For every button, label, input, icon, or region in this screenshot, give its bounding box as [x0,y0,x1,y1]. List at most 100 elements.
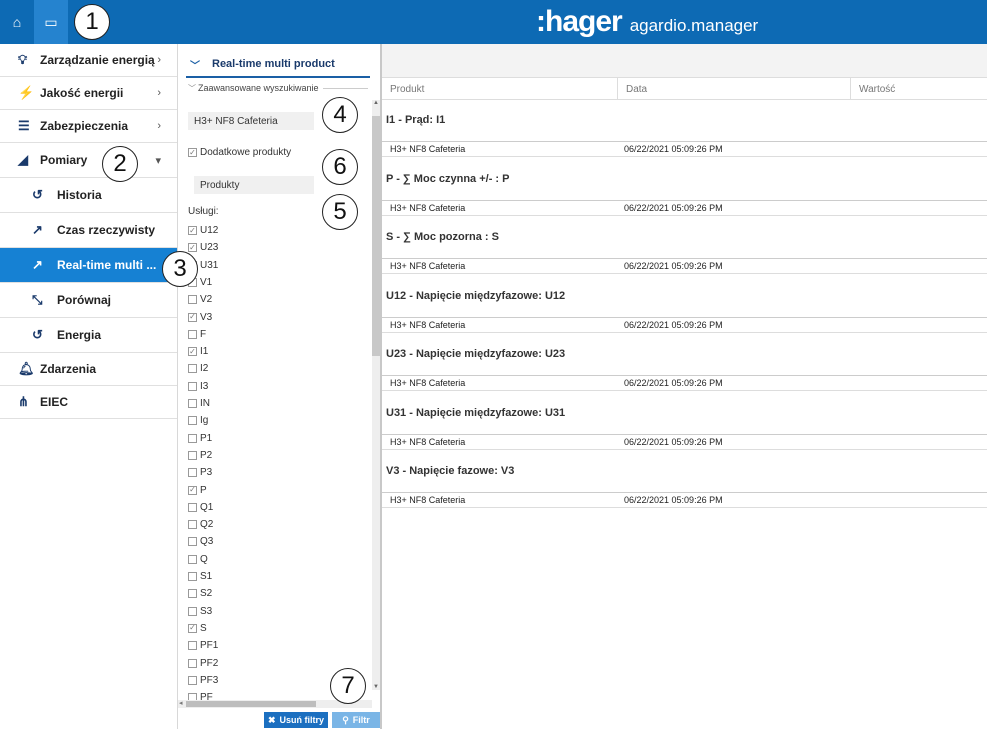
service-checkbox[interactable]: I3 [188,378,208,395]
sidebar-item-energy-quality[interactable]: ⚡ Jakość energii › [0,77,177,110]
service-checkbox[interactable]: Q2 [188,516,213,533]
service-checkbox[interactable]: P3 [188,464,212,481]
checkbox-label: S3 [200,605,213,617]
service-checkbox[interactable]: ✓ P [188,482,207,499]
service-checkbox[interactable]: I2 [188,360,208,377]
filter-button[interactable]: ⚲ Filtr [332,712,380,728]
extra-products-checkbox[interactable]: ✓ Dodatkowe produkty [188,144,291,161]
sidebar-subitem-compare[interactable]: ⤡ Porównaj [0,283,177,318]
sidebar-item-label: Zdarzenia [40,362,97,376]
group-title: I1 - Prąd: I1 [386,114,446,126]
checkbox-box [188,658,197,668]
cell-product: H3+ NF8 Cafeteria [390,261,466,271]
panel-title[interactable]: ﹀ Real-time multi product [186,52,370,78]
product-field[interactable]: H3+ NF8 Cafeteria [188,112,314,130]
checkbox-label: Q3 [200,536,214,548]
scrollbar-thumb[interactable] [372,116,380,356]
checkbox-box [188,675,197,685]
sidebar-item-measurements[interactable]: ◢ Pomiary ▾ [0,143,177,178]
cell-date: 06/22/2021 05:09:26 PM [624,436,723,447]
checkbox-box [188,641,197,651]
table-row[interactable]: H3+ NF8 Cafeteria 06/22/2021 05:09:26 PM [382,141,987,157]
scroll-left-icon[interactable]: ◂ [179,699,183,707]
table-row[interactable]: H3+ NF8 Cafeteria 06/22/2021 05:09:26 PM [382,492,987,508]
checkbox-label: Ig [200,415,209,427]
sidebar-item-label: Jakość energii [40,86,124,100]
service-checkbox[interactable]: ✓ I1 [188,343,208,360]
checkbox-box [188,606,197,616]
hager-logo: :hager [536,5,623,38]
table-row[interactable]: H3+ NF8 Cafeteria 06/22/2021 05:09:26 PM [382,433,987,450]
sidebar-subitem-history[interactable]: ↺ Historia [0,178,177,213]
checkbox-label: S2 [200,588,213,600]
filter-scroll-area: H3+ NF8 Cafeteria ✓ Dodatkowe produkty P… [188,100,374,700]
service-checkbox[interactable]: Q [188,551,208,568]
clear-filters-label: Usuń filtry [279,715,325,725]
column-header-value[interactable]: Wartość [850,78,987,100]
sidebar-item-energy-management[interactable]: 💡︎ Zarządzanie energią › [0,44,177,77]
service-checkbox[interactable]: ✓ U23 [188,239,218,256]
table-row[interactable]: H3+ NF8 Cafeteria 06/22/2021 05:09:26 PM [382,316,987,333]
sidebar-subitem-realtime[interactable]: ↗ Czas rzeczywisty [0,213,177,248]
checkbox-label: V3 [200,311,213,323]
service-checkbox[interactable]: PF2 [188,655,218,672]
vertical-scrollbar[interactable]: ▲ ▼ [372,100,380,690]
service-checkbox[interactable]: F [188,326,206,343]
service-checkbox[interactable]: S3 [188,603,212,620]
table-row[interactable]: H3+ NF8 Cafeteria 06/22/2021 05:09:26 PM [382,258,987,274]
service-checkbox[interactable]: S2 [188,585,212,602]
sliders-icon: ☰ [18,118,30,133]
sidebar-item-label: Historia [57,188,102,202]
service-checkbox[interactable]: PF3 [188,672,218,689]
cell-product: H3+ NF8 Cafeteria [390,144,466,154]
column-header-date[interactable]: Data [617,78,850,100]
service-checkbox[interactable]: ✓ S [188,620,207,637]
checkbox-label: V1 [200,276,213,288]
service-checkbox[interactable]: Q3 [188,533,213,550]
sidebar-subitem-energy[interactable]: ↺ Energia [0,318,177,353]
group-title: P - ∑ Moc czynna +/- : P [386,172,510,185]
home-icon[interactable]: ⌂ [0,0,34,44]
monitor-icon[interactable]: ▭ [34,0,68,44]
sidebar-item-eiec[interactable]: ⋔ EIEC [0,386,177,419]
table-row[interactable]: H3+ NF8 Cafeteria 06/22/2021 05:09:26 PM [382,199,987,216]
history-icon: ↺ [32,327,43,342]
checkbox-box [188,468,197,478]
scroll-down-icon[interactable]: ▼ [372,684,380,690]
cell-product: H3+ NF8 Cafeteria [390,495,466,505]
service-checkbox[interactable]: V2 [188,291,212,308]
service-checkbox[interactable]: PF1 [188,637,218,654]
service-checkbox[interactable]: PF [188,689,213,700]
service-checkbox[interactable]: ✓ U12 [188,222,218,239]
clear-filters-button[interactable]: ✖ Usuń filtry [264,712,328,728]
service-checkbox[interactable]: Q1 [188,499,213,516]
checkbox-box [188,364,197,374]
advanced-search-toggle[interactable]: ﹀ Zaawansowane wyszukiwanie [188,82,368,94]
checkbox-box [188,572,197,581]
service-checkbox[interactable]: ✓ V3 [188,309,212,326]
callout-marker: 7 [330,668,366,704]
scroll-up-icon[interactable]: ▲ [372,100,380,106]
sidebar-subitem-realtime-multi[interactable]: ↗ Real-time multi ... [0,248,177,283]
service-checkbox[interactable]: IN [188,395,210,412]
sidebar-item-label: Czas rzeczywisty [57,223,156,237]
service-checkbox[interactable]: P1 [188,430,212,447]
table-row[interactable]: H3+ NF8 Cafeteria 06/22/2021 05:09:26 PM [382,375,987,391]
checkbox-label: V2 [200,294,213,306]
callout-marker: 5 [322,194,358,230]
cell-product: H3+ NF8 Cafeteria [390,202,466,213]
service-checkbox[interactable]: Ig [188,412,208,429]
column-header-product[interactable]: Produkt [382,78,424,100]
cell-product: H3+ NF8 Cafeteria [390,319,466,330]
scrollbar-thumb[interactable] [186,701,316,707]
products-field[interactable]: Produkty [194,176,314,194]
sidebar-item-protections[interactable]: ☰ Zabezpieczenia › [0,110,177,143]
service-checkbox[interactable]: P2 [188,447,212,464]
checkbox-box: ✓ [188,485,197,495]
chevron-down-icon: ﹀ [190,60,200,72]
service-checkbox[interactable]: S1 [188,568,212,585]
sidebar-item-events[interactable]: 🔔︎ Zdarzenia [0,353,177,386]
checkbox-box [188,433,197,443]
sidebar-item-label: Zabezpieczenia [40,119,129,133]
checkbox-label: P [200,484,207,496]
